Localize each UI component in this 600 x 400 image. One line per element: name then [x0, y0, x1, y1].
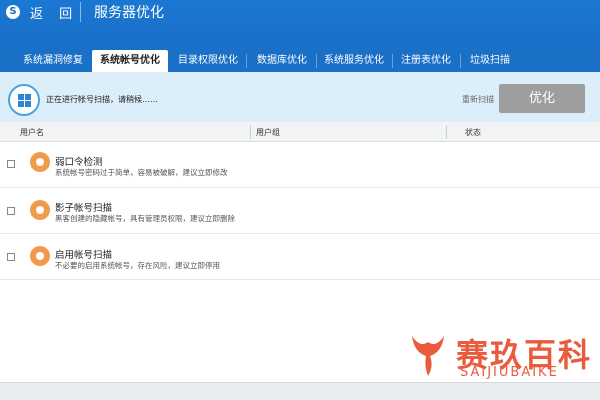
whale-tail-logo-icon: [412, 336, 444, 376]
row-checkbox[interactable]: [7, 253, 15, 261]
row-description: 黑客创建的隐藏帐号，具有管理员权限，建议立即删除: [55, 214, 235, 223]
tab-directory-permission[interactable]: 目录权限优化: [172, 50, 244, 72]
row-checkbox[interactable]: [7, 160, 15, 168]
optimize-button[interactable]: 优化: [499, 84, 585, 113]
tab-vuln-fix[interactable]: 系统漏洞修复: [14, 50, 92, 72]
back-button[interactable]: 返 回: [30, 3, 78, 22]
tab-separator: [246, 54, 247, 68]
column-header-status[interactable]: 状态: [465, 127, 481, 138]
title-divider: [80, 2, 81, 22]
row-title: 启用帐号扫描: [55, 250, 113, 261]
app-logo-icon: S: [6, 5, 20, 19]
column-divider: [446, 125, 447, 139]
row-title: 弱口令检测: [55, 157, 103, 168]
rescan-link[interactable]: 重新扫描: [462, 94, 494, 105]
tab-bar: 系统漏洞修复 系统帐号优化 目录权限优化 数据库优化 系统服务优化 注册表优化 …: [0, 46, 600, 72]
shadow-account-icon: [30, 200, 50, 220]
title-bar: S 返 回 服务器优化: [0, 0, 600, 46]
tab-separator: [392, 54, 393, 68]
table-header: [0, 122, 600, 142]
column-header-username[interactable]: 用户名: [20, 127, 44, 138]
row-description: 不必要的启用系统帐号，存在风险，建议立即停用: [55, 261, 220, 270]
scan-status-text: 正在进行帐号扫描，请稍候……: [46, 95, 158, 104]
watermark-subtext: SAIJIUBAIKE: [460, 365, 559, 380]
tab-account-optimize[interactable]: 系统帐号优化: [92, 50, 168, 72]
row-checkbox[interactable]: [7, 207, 15, 215]
row-description: 系统帐号密码过于简单，容易被破解，建议立即修改: [55, 168, 228, 177]
row-title: 影子帐号扫描: [55, 203, 113, 214]
tab-registry[interactable]: 注册表优化: [394, 50, 458, 72]
status-footer: [0, 382, 600, 400]
weak-password-icon: [30, 152, 50, 172]
tab-system-service[interactable]: 系统服务优化: [318, 50, 390, 72]
windows-icon: [8, 84, 40, 116]
column-header-group[interactable]: 用户组: [256, 127, 280, 138]
tab-database[interactable]: 数据库优化: [250, 50, 314, 72]
tab-separator: [460, 54, 461, 68]
column-divider: [250, 125, 251, 139]
enabled-account-icon: [30, 246, 50, 266]
page-title: 服务器优化: [94, 5, 164, 21]
tab-separator: [316, 54, 317, 68]
tab-junk-scan[interactable]: 垃圾扫描: [462, 50, 518, 72]
